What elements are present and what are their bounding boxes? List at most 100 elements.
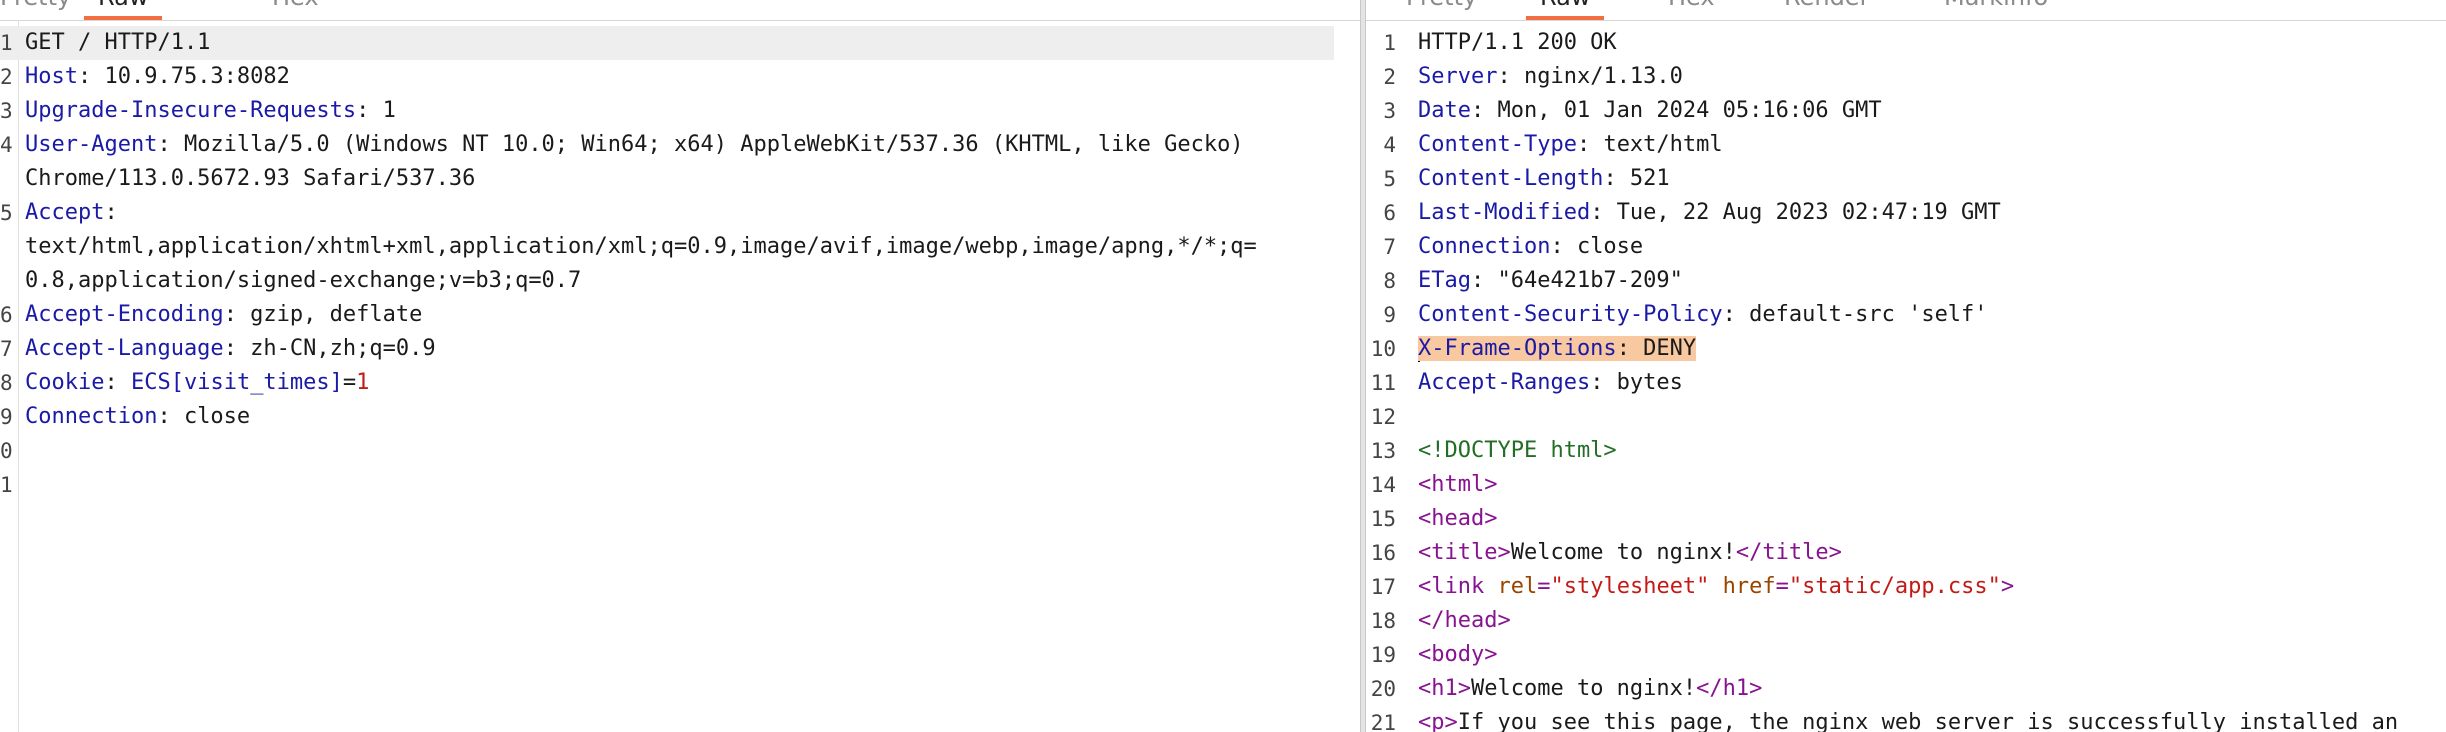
response-tab-raw[interactable]: Raw	[1525, 0, 1606, 20]
line-content: <html>	[1418, 468, 2446, 502]
line-number: 2	[1383, 65, 1396, 89]
code-token: =	[1775, 574, 1789, 599]
response-tab-bar: Pretty Raw Hex Render Markinfo	[1366, 0, 2446, 21]
code-token: : text/html	[1576, 132, 1723, 157]
code-token: : default-src 'self'	[1722, 302, 1988, 327]
code-token: Content-Security-Policy	[1418, 302, 1723, 327]
code-token: "stylesheet"	[1550, 574, 1710, 599]
line-content: Date: Mon, 01 Jan 2024 05:16:06 GMT	[1418, 94, 2446, 128]
response-line: 14 <html>	[1366, 468, 2446, 502]
line-content: <p>If you see this page, the nginx web s…	[1418, 706, 2446, 732]
line-content: <!DOCTYPE html>	[1418, 434, 2446, 468]
code-token: Date	[1418, 98, 1471, 123]
code-token: <link	[1418, 574, 1498, 599]
line-number: 6	[1383, 201, 1396, 225]
line-content: Connection: close	[1418, 230, 2446, 264]
line-content: Chrome/113.0.5672.93 Safari/537.36	[25, 162, 1340, 196]
code-token: ETag	[1418, 268, 1471, 293]
line-content: Host: 10.9.75.3:8082	[25, 60, 1340, 94]
code-token: Cookie	[25, 370, 105, 395]
code-token: :	[104, 370, 131, 395]
response-line: 18 </head>	[1366, 604, 2446, 638]
line-number: 1	[0, 31, 13, 55]
response-tab-hex[interactable]: Hex	[1668, 0, 1715, 18]
code-token: ECS[visit_times]	[130, 370, 343, 395]
request-editor[interactable]: 1 GET / HTTP/1.1 2 Host: 10.9.75.3:8082 3 Upg…	[0, 26, 1340, 502]
line-number: 0	[0, 439, 13, 463]
request-line: 7 Accept-Language: zh-CN,zh;q=0.9	[0, 332, 1340, 366]
code-token: : 10.9.75.3:8082	[77, 64, 290, 89]
response-line: 13 <!DOCTYPE html>	[1366, 434, 2446, 468]
code-token: User-Agent	[25, 132, 158, 157]
code-token: Welcome to nginx!	[1510, 540, 1736, 565]
response-line: 12	[1366, 400, 2446, 434]
code-token: X-Frame-Options	[1418, 336, 1617, 361]
line-content: Accept-Ranges: bytes	[1418, 366, 2446, 400]
response-line: 3 Date: Mon, 01 Jan 2024 05:16:06 GMT	[1366, 94, 2446, 128]
request-tab-pretty[interactable]: Pretty	[0, 0, 71, 18]
line-content: Content-Security-Policy: default-src 'se…	[1418, 298, 2446, 332]
line-content: Content-Type: text/html	[1418, 128, 2446, 162]
request-line: 0	[0, 434, 1340, 468]
response-editor[interactable]: 1 HTTP/1.1 200 OK 2 Server: nginx/1.13.0 3 Da…	[1366, 26, 2446, 732]
request-line: 1	[0, 468, 1340, 502]
line-number: 12	[1370, 405, 1396, 429]
code-token: Welcome to nginx!	[1470, 676, 1697, 701]
line-number: 20	[1370, 677, 1396, 701]
line-content: <link rel="stylesheet" href="static/app.…	[1418, 570, 2446, 604]
code-token: : 1	[356, 98, 396, 123]
line-number: 7	[1383, 235, 1396, 259]
code-token: Accept-Encoding	[25, 302, 224, 327]
line-number: 9	[1383, 303, 1396, 327]
response-line: 19 <body>	[1366, 638, 2446, 672]
code-token: <html>	[1418, 472, 1498, 497]
line-content: Server: nginx/1.13.0	[1418, 60, 2446, 94]
code-token: Content-Type	[1418, 132, 1577, 157]
response-line: 2 Server: nginx/1.13.0	[1366, 60, 2446, 94]
code-token: : close	[1550, 234, 1644, 259]
line-number: 10	[1370, 337, 1396, 361]
code-token: : Mozilla/5.0 (Windows NT 10.0; Win64; x…	[157, 132, 1244, 157]
request-tab-raw[interactable]: Raw	[83, 0, 164, 20]
line-content: text/html,application/xhtml+xml,applicat…	[25, 230, 1340, 264]
line-content: Accept:	[25, 196, 1340, 230]
line-content: <h1>Welcome to nginx!</h1>	[1418, 672, 2446, 706]
line-content: X-Frame-Options: DENY	[1418, 332, 2446, 366]
code-token: Connection	[25, 404, 158, 429]
response-line: 9 Content-Security-Policy: default-src 's…	[1366, 298, 2446, 332]
code-token: : nginx/1.13.0	[1497, 64, 1683, 89]
response-pane: Pretty Raw Hex Render Markinfo 1 HTTP/1.1…	[1366, 0, 2446, 732]
line-content: Content-Length: 521	[1418, 162, 2446, 196]
code-token: Upgrade-Insecure-Requests	[25, 98, 357, 123]
request-line: 9 Connection: close	[0, 400, 1340, 434]
response-tab-markinfo[interactable]: Markinfo	[1944, 0, 2048, 18]
code-token: 1	[356, 370, 370, 395]
line-number: 18	[1370, 609, 1396, 633]
response-line: 11 Accept-Ranges: bytes	[1366, 366, 2446, 400]
request-pane: Pretty Raw Hex 1GET / HTTP/1.12Host: 10.…	[0, 0, 1360, 732]
code-token: : DENY	[1616, 336, 1697, 361]
code-token: : Mon, 01 Jan 2024 05:16:06 GMT	[1470, 98, 1882, 123]
line-number: 21	[1370, 711, 1396, 732]
request-line: 8 Cookie: ECS[visit_times]=1	[0, 366, 1340, 400]
line-content: <body>	[1418, 638, 2446, 672]
line-number: 6	[0, 303, 13, 327]
line-content: User-Agent: Mozilla/5.0 (Windows NT 10.0…	[25, 128, 1340, 162]
request-tab-hex[interactable]: Hex	[272, 0, 319, 18]
line-number: 5	[0, 201, 13, 225]
code-token: Last-Modified	[1418, 200, 1591, 225]
request-line: 4 User-Agent: Mozilla/5.0 (Windows NT 10.…	[0, 128, 1340, 162]
code-token: : "64e421b7-209"	[1470, 268, 1683, 293]
response-line: 8 ETag: "64e421b7-209"	[1366, 264, 2446, 298]
code-token: <head>	[1418, 506, 1498, 531]
line-number: 13	[1370, 439, 1396, 463]
request-line: 0.8,application/signed-exchange;v=b3;q=0…	[0, 264, 1340, 298]
line-number: 15	[1370, 507, 1396, 531]
response-tab-render[interactable]: Render	[1784, 0, 1869, 18]
code-token: :	[104, 200, 118, 225]
response-line: 10 X-Frame-Options: DENY	[1366, 332, 2446, 366]
response-line: 20 <h1>Welcome to nginx!</h1>	[1366, 672, 2446, 706]
response-tab-pretty[interactable]: Pretty	[1406, 0, 1477, 18]
line-content: HTTP/1.1 200 OK	[1418, 26, 2446, 60]
line-number: 4	[1383, 133, 1396, 157]
